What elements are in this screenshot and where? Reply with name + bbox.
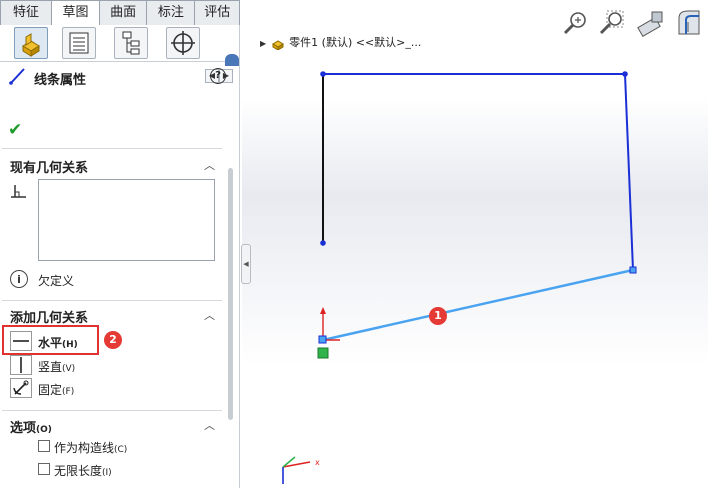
sketch-canvas: x [282,71,637,484]
sketch-right-line[interactable] [624,73,634,271]
svg-text:x: x [315,458,320,467]
selected-sketch-line[interactable] [322,268,634,342]
coincident-relation-icon [317,347,329,359]
selected-endpoint[interactable] [629,266,637,274]
origin-endpoint[interactable] [318,335,327,344]
sketch-point[interactable] [622,71,628,77]
sketch-point[interactable] [320,71,326,77]
callout-badge-1: 1 [429,307,447,325]
sketch-point[interactable] [320,240,326,246]
